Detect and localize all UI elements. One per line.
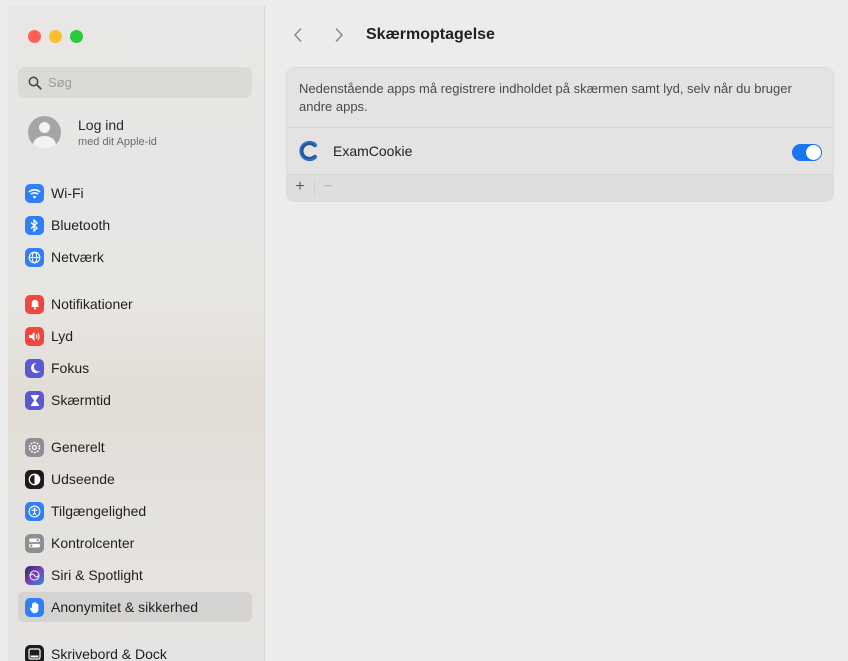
- search-placeholder: Søg: [48, 75, 72, 90]
- settings-window: Søg Log ind med dit Apple-id Wi-Fi Bluet…: [8, 6, 848, 661]
- sidebar-item-label: Tilgængelighed: [51, 503, 147, 519]
- back-button[interactable]: [287, 24, 309, 46]
- sidebar-item-sound[interactable]: Lyd: [18, 321, 252, 351]
- siri-icon: [25, 565, 44, 585]
- search-icon: [28, 76, 42, 90]
- sidebar-item-label: Generelt: [51, 439, 105, 455]
- remove-button[interactable]: −: [317, 177, 339, 197]
- sidebar-item-appearance[interactable]: Udseende: [18, 464, 252, 494]
- sidebar-item-accessibility[interactable]: Tilgængelighed: [18, 496, 252, 526]
- sidebar-item-label: Netværk: [51, 249, 104, 265]
- dock-icon: [25, 644, 44, 661]
- panel-description: Nedenstående apps må registrere indholde…: [299, 81, 792, 114]
- sidebar-item-siri-spotlight[interactable]: Siri & Spotlight: [18, 560, 252, 590]
- sidebar-item-bluetooth[interactable]: Bluetooth: [18, 210, 252, 240]
- sidebar-item-label: Bluetooth: [51, 217, 111, 233]
- bell-icon: [25, 294, 44, 314]
- chevron-right-icon: [335, 27, 344, 43]
- sidebar-item-notifications[interactable]: Notifikationer: [18, 289, 252, 319]
- sidebar-item-general[interactable]: Generelt: [18, 432, 252, 462]
- screen-recording-panel: Nedenstående apps må registrere indholde…: [286, 67, 834, 202]
- apple-id-signin[interactable]: Log ind med dit Apple-id: [28, 116, 157, 149]
- sidebar-item-label: Wi-Fi: [51, 185, 84, 201]
- speaker-icon: [25, 326, 44, 346]
- signin-title: Log ind: [78, 117, 124, 133]
- examcookie-toggle[interactable]: [792, 144, 822, 161]
- app-name: ExamCookie: [333, 143, 413, 159]
- sidebar-item-label: Siri & Spotlight: [51, 567, 143, 583]
- sidebar-item-control-center[interactable]: Kontrolcenter: [18, 528, 252, 558]
- list-footer: + −: [287, 175, 833, 201]
- sidebar-item-screentime[interactable]: Skærmtid: [18, 385, 252, 415]
- toggle-knob: [806, 145, 821, 160]
- globe-icon: [25, 247, 44, 267]
- hourglass-icon: [25, 390, 44, 410]
- sidebar-item-label: Kontrolcenter: [51, 535, 135, 551]
- forward-button[interactable]: [328, 24, 350, 46]
- sidebar-item-desktop-dock[interactable]: Skrivebord & Dock: [18, 639, 252, 661]
- sidebar-item-label: Skærmtid: [51, 392, 111, 408]
- sidebar-item-label: Anonymitet & sikkerhed: [51, 599, 199, 615]
- moon-icon: [25, 358, 44, 378]
- close-button[interactable]: [28, 30, 41, 43]
- sidebar-item-wifi[interactable]: Wi-Fi: [18, 178, 252, 208]
- search-field[interactable]: Søg: [18, 67, 252, 98]
- chevron-left-icon: [293, 27, 302, 43]
- hand-icon: [25, 597, 44, 617]
- gear-icon: [25, 437, 44, 457]
- divider: [314, 181, 315, 195]
- examcookie-icon: [299, 140, 318, 162]
- wifi-icon: [25, 183, 44, 203]
- sidebar-item-label: Fokus: [51, 360, 90, 376]
- bluetooth-icon: [25, 215, 44, 235]
- sidebar-item-label: Lyd: [51, 328, 74, 344]
- avatar: [28, 116, 61, 149]
- sidebar-item-privacy-security[interactable]: Anonymitet & sikkerhed: [18, 592, 252, 622]
- sidebar-item-focus[interactable]: Fokus: [18, 353, 252, 383]
- zoom-button[interactable]: [70, 30, 83, 43]
- signin-subtitle: med dit Apple-id: [78, 136, 157, 148]
- minimize-button[interactable]: [49, 30, 62, 43]
- page-title: Skærmoptagelse: [366, 26, 495, 43]
- sidebar-item-label: Notifikationer: [51, 296, 133, 312]
- sidebar: Søg Log ind med dit Apple-id Wi-Fi Bluet…: [8, 6, 265, 661]
- main-pane: Skærmoptagelse Nedenstående apps må regi…: [265, 6, 848, 661]
- list-item: ExamCookie: [287, 128, 833, 174]
- sidebar-item-label: Skrivebord & Dock: [51, 646, 167, 661]
- appearance-icon: [25, 469, 44, 489]
- window-controls: [28, 30, 83, 43]
- sidebar-item-network[interactable]: Netværk: [18, 242, 252, 272]
- add-button[interactable]: +: [289, 177, 311, 197]
- control-center-icon: [25, 533, 44, 553]
- accessibility-icon: [25, 501, 44, 521]
- sidebar-item-label: Udseende: [51, 471, 115, 487]
